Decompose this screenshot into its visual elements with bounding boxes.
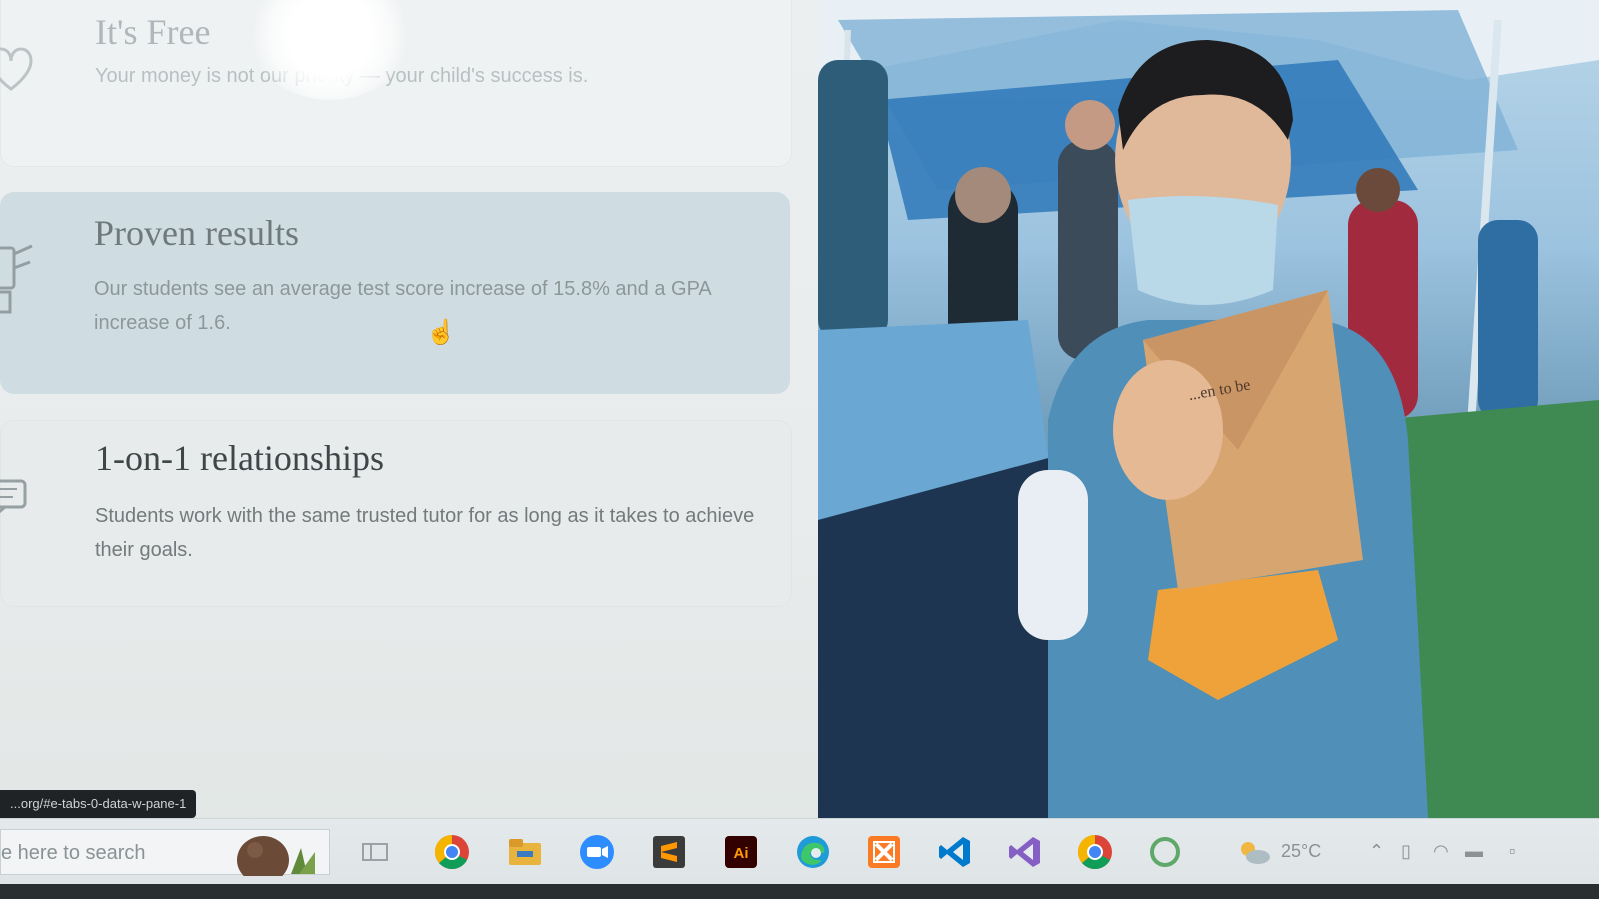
trophy-icon	[0, 232, 36, 314]
feature-title: 1-on-1 relationships	[95, 438, 384, 478]
feature-description: Your money is not our priority — your ch…	[95, 65, 589, 87]
task-view-icon[interactable]	[354, 831, 396, 873]
feature-description: Students work with the same trusted tuto…	[95, 505, 755, 561]
battery-icon[interactable]: ▯	[1401, 841, 1411, 862]
search-highlight-icon	[233, 830, 323, 884]
svg-text:Ai: Ai	[734, 845, 749, 862]
screen: It's Free Your money is not our priority…	[0, 0, 1599, 899]
feature-card-relationships: 1-on-1 relationships Students work with …	[0, 420, 792, 607]
circle-app-icon[interactable]	[1144, 831, 1186, 873]
edge-icon[interactable]	[792, 831, 834, 873]
taskbar-search-box[interactable]: e here to search	[0, 829, 330, 884]
chevron-up-icon[interactable]: ⌃	[1369, 841, 1384, 862]
notification-icon[interactable]: ▫	[1509, 841, 1515, 862]
zoom-icon[interactable]	[576, 831, 618, 873]
xampp-icon[interactable]	[863, 831, 905, 873]
vscode-icon[interactable]	[934, 831, 976, 873]
photo-illustration: ...en to be	[818, 0, 1599, 818]
weather-icon	[1233, 831, 1275, 873]
taskbar: e here to search Ai 25°C ⌃ ▯ ◠ ▬ ▫	[0, 818, 1599, 885]
chrome-profile-icon[interactable]	[1074, 831, 1116, 873]
file-explorer-icon[interactable]	[504, 831, 546, 873]
weather-temperature: 25°C	[1281, 841, 1322, 861]
sublime-text-icon[interactable]	[648, 831, 690, 873]
visual-studio-icon[interactable]	[1004, 831, 1046, 873]
chrome-icon[interactable]	[431, 831, 473, 873]
feature-title: Proven results	[94, 213, 299, 253]
status-bar-url: ...org/#e-tabs-0-data-w-pane-1	[0, 790, 197, 818]
search-placeholder: e here to search	[1, 842, 146, 864]
features-panel: It's Free Your money is not our priority…	[0, 0, 830, 830]
illustrator-icon[interactable]: Ai	[720, 831, 762, 873]
system-tray: 25°C ⌃ ▯ ◠ ▬ ▫	[1219, 831, 1599, 873]
feature-title: It's Free	[95, 12, 211, 52]
hand-cursor-icon: ☝	[426, 319, 456, 346]
volume-icon[interactable]: ▬	[1465, 841, 1483, 862]
feature-card-proven-results[interactable]: Proven results Our students see an avera…	[0, 192, 790, 394]
chat-icon	[0, 471, 37, 551]
hero-photo: ...en to be	[818, 0, 1599, 818]
wifi-icon[interactable]: ◠	[1433, 841, 1449, 862]
heart-icon	[0, 31, 37, 111]
screen-bezel	[0, 884, 1599, 899]
